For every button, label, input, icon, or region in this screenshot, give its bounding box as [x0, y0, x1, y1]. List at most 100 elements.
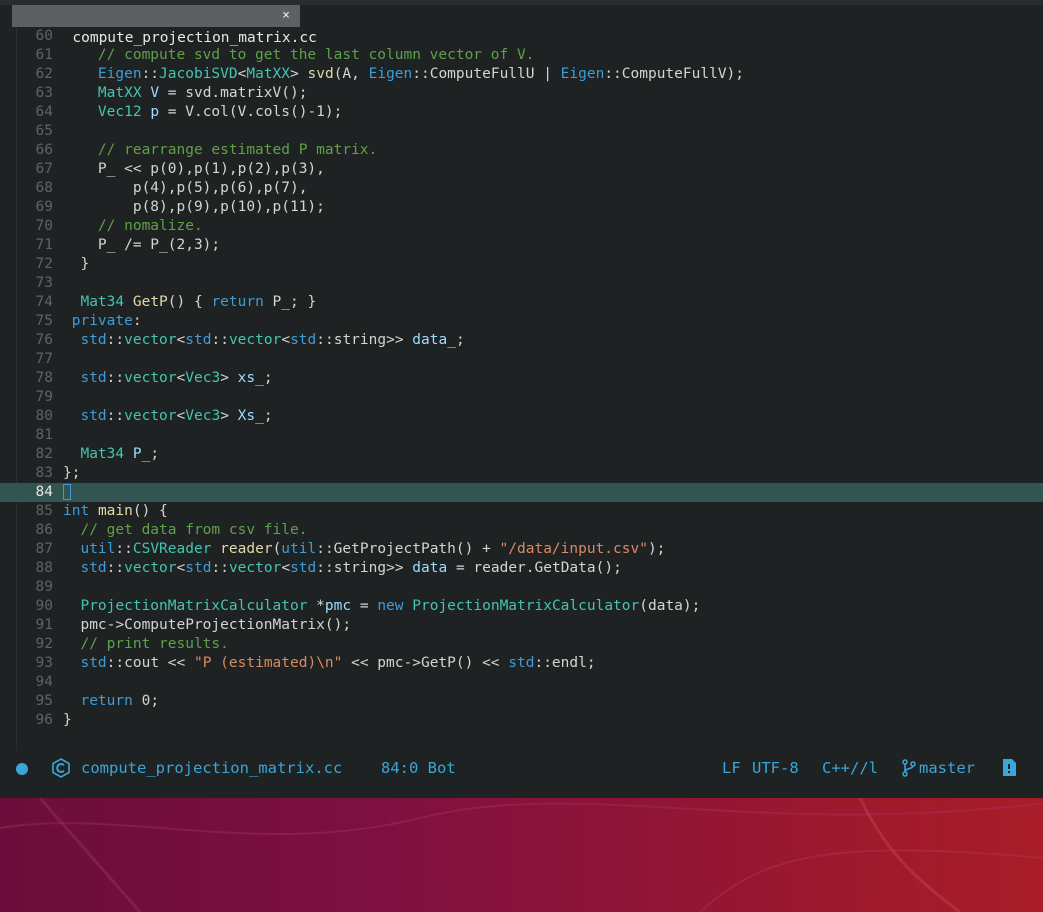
line-text: private: [63, 312, 142, 331]
code-line[interactable]: 62 Eigen::JacobiSVD<MatXX> svd(A, Eigen:… [0, 65, 1043, 84]
status-branch[interactable]: master [919, 758, 975, 778]
line-text: p(8),p(9),p(10),p(11); [63, 198, 325, 217]
code-token: V [150, 85, 160, 101]
tab-bar: compute_projection_matrix.cc × [0, 5, 1043, 46]
code-line[interactable]: 67 P_ << p(0),p(1),p(2),p(3), [0, 160, 1043, 179]
code-line[interactable]: 92 // print results. [0, 635, 1043, 654]
code-line[interactable]: 76 std::vector<std::vector<std::string>>… [0, 331, 1043, 350]
code-token: = V.col(V.cols()-1); [159, 104, 343, 120]
code-line[interactable]: 86 // get data from csv file. [0, 521, 1043, 540]
code-token: Eigen [97, 66, 142, 82]
code-token: ::GetProjectPath() + [316, 541, 500, 557]
code-token: // get data from csv file. [63, 522, 308, 538]
code-line[interactable]: 93 std::cout << "P (estimated)\n" << pmc… [0, 654, 1043, 673]
code-line[interactable]: 70 // nomalize. [0, 217, 1043, 236]
code-line[interactable]: 96} [0, 711, 1043, 730]
code-token: // rearrange estimated P matrix. [63, 142, 378, 158]
code-token: ; [263, 370, 273, 386]
code-line[interactable]: 68 p(4),p(5),p(6),p(7), [0, 179, 1043, 198]
code-token: pmc->ComputeProjectionMatrix(); [63, 617, 352, 633]
line-number: 90 [35, 598, 53, 614]
code-line[interactable]: 73 [0, 274, 1043, 293]
code-line[interactable]: 60 [0, 27, 1043, 46]
line-text: } [63, 711, 72, 730]
line-number: 65 [35, 123, 53, 139]
line-text: std::vector<std::vector<std::string>> da… [63, 559, 621, 578]
status-line-ending[interactable]: LF [722, 758, 741, 778]
code-line[interactable]: 91 pmc->ComputeProjectionMatrix(); [0, 616, 1043, 635]
code-line[interactable]: 84 [0, 483, 1043, 502]
code-line[interactable]: 95 return 0; [0, 692, 1043, 711]
code-line[interactable]: 75 private: [0, 312, 1043, 331]
code-line[interactable]: 87 util::CSVReader reader(util::GetProje… [0, 540, 1043, 559]
line-number: 92 [35, 636, 53, 652]
code-line[interactable]: 71 P_ /= P_(2,3); [0, 236, 1043, 255]
code-line[interactable]: 77 [0, 350, 1043, 369]
code-line[interactable]: 63 MatXX V = svd.matrixV(); [0, 84, 1043, 103]
code-line[interactable]: 65 [0, 122, 1043, 141]
tab-close-icon[interactable]: × [282, 5, 290, 27]
code-token: P_ /= P_(2,3); [63, 237, 221, 253]
line-text: Mat34 GetP() { return P_; } [63, 293, 316, 312]
code-token: p(8),p(9),p(10),p(11); [63, 199, 325, 215]
code-line[interactable]: 90 ProjectionMatrixCalculator *pmc = new… [0, 597, 1043, 616]
line-text: P_ /= P_(2,3); [63, 236, 220, 255]
code-line[interactable]: 79 [0, 388, 1043, 407]
desktop-wallpaper [0, 798, 1043, 912]
code-line[interactable]: 78 std::vector<Vec3> xs_; [0, 369, 1043, 388]
line-number: 77 [35, 351, 53, 367]
code-token: P_ [132, 446, 151, 462]
line-text: // rearrange estimated P matrix. [63, 141, 377, 160]
code-token: util [80, 541, 116, 557]
code-token: std [80, 408, 107, 424]
code-line[interactable]: 69 p(8),p(9),p(10),p(11); [0, 198, 1043, 217]
code-line[interactable]: 72 } [0, 255, 1043, 274]
code-line[interactable]: 88 std::vector<std::vector<std::string>>… [0, 559, 1043, 578]
code-token: std [185, 560, 212, 576]
code-line[interactable]: 82 Mat34 P_; [0, 445, 1043, 464]
line-number: 64 [35, 104, 53, 120]
code-token: Vec12 [97, 104, 142, 120]
code-token: data [412, 560, 448, 576]
status-filename[interactable]: compute_projection_matrix.cc [81, 758, 342, 778]
code-token: data_ [412, 332, 456, 348]
code-line[interactable]: 64 Vec12 p = V.col(V.cols()-1); [0, 103, 1043, 122]
line-number: 63 [35, 85, 53, 101]
code-line[interactable]: 89 [0, 578, 1043, 597]
code-token: < [281, 560, 291, 576]
code-token: ProjectionMatrixCalculator [80, 598, 308, 614]
status-encoding[interactable]: UTF-8 [752, 758, 799, 778]
code-token: return [80, 693, 133, 709]
code-area[interactable]: 60 61 // compute svd to get the last colu… [0, 27, 1043, 730]
code-token: Vec3 [185, 370, 221, 386]
line-number: 80 [35, 408, 53, 424]
code-token: // compute svd to get the last column ve… [63, 47, 535, 63]
code-token: std [80, 655, 107, 671]
text-cursor [63, 484, 71, 500]
code-token: (data); [639, 598, 701, 614]
tab-file[interactable]: compute_projection_matrix.cc × [12, 5, 317, 46]
code-line[interactable]: 66 // rearrange estimated P matrix. [0, 141, 1043, 160]
code-token: * [307, 598, 325, 614]
code-line[interactable]: 74 Mat34 GetP() { return P_; } [0, 293, 1043, 312]
line-number: 62 [35, 66, 53, 82]
code-line[interactable]: 81 [0, 426, 1043, 445]
code-token: ); [647, 541, 666, 557]
code-token: 0; [132, 693, 160, 709]
code-line[interactable]: 94 [0, 673, 1043, 692]
code-line[interactable]: 85 int main() { [0, 502, 1043, 521]
line-text: int main() { [63, 502, 168, 521]
status-mode[interactable]: C++//l [822, 758, 878, 778]
status-position[interactable]: 84:0 Bot [381, 758, 456, 778]
code-token: :: [106, 408, 125, 424]
code-line[interactable]: 80 std::vector<Vec3> Xs_; [0, 407, 1043, 426]
code-line[interactable]: 61 // compute svd to get the last column… [0, 46, 1043, 65]
line-text: // print results. [63, 635, 228, 654]
code-line[interactable]: 83}; [0, 464, 1043, 483]
